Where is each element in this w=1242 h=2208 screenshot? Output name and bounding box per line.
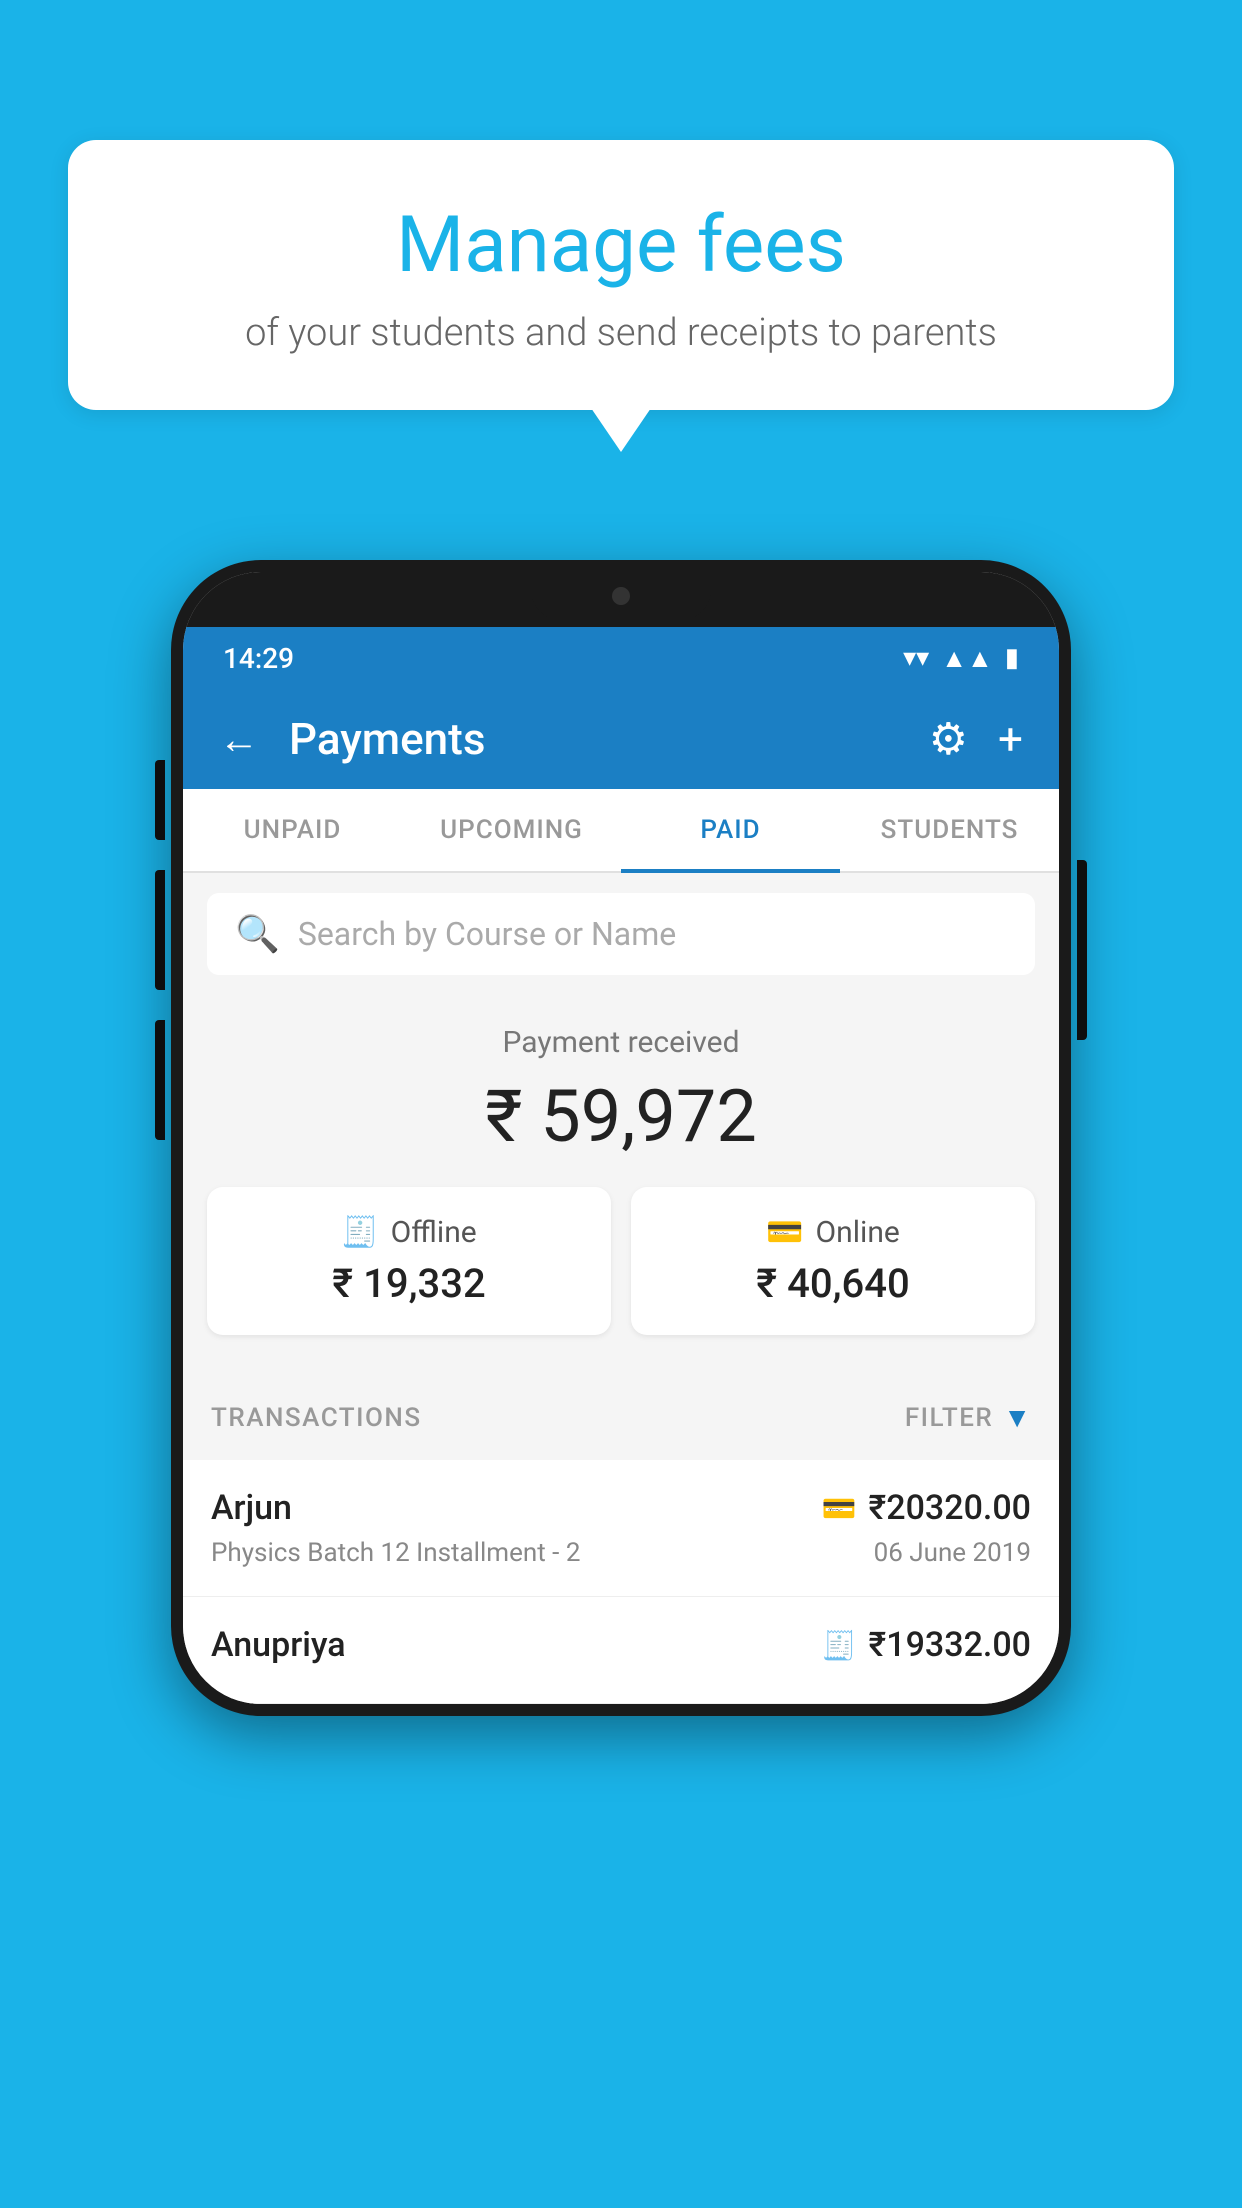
filter-container[interactable]: FILTER ▼ — [905, 1401, 1031, 1434]
online-icon: 💳 — [766, 1215, 803, 1250]
tab-unpaid[interactable]: UNPAID — [183, 789, 402, 871]
payment-cards: 🧾 Offline ₹ 19,332 💳 Online ₹ 40,640 — [207, 1187, 1035, 1335]
phone-screen: 14:29 ▾▾ ▲▲ ▮ ← Payments ⚙ + UNPAID — [183, 572, 1059, 1704]
transaction-detail: Physics Batch 12 Installment - 2 — [211, 1538, 580, 1568]
phone-container: 14:29 ▾▾ ▲▲ ▮ ← Payments ⚙ + UNPAID — [171, 560, 1071, 1716]
transaction-payment-icon: 💳 — [822, 1492, 857, 1525]
camera — [612, 587, 630, 605]
app-bar: ← Payments ⚙ + — [183, 689, 1059, 789]
payment-received-label: Payment received — [207, 1025, 1035, 1060]
speech-bubble-title: Manage fees — [118, 200, 1124, 291]
speech-bubble: Manage fees of your students and send re… — [68, 140, 1174, 410]
online-label: Online — [816, 1215, 900, 1250]
online-card: 💳 Online ₹ 40,640 — [631, 1187, 1035, 1335]
offline-card: 🧾 Offline ₹ 19,332 — [207, 1187, 611, 1335]
online-amount: ₹ 40,640 — [651, 1260, 1015, 1307]
filter-icon: ▼ — [1003, 1401, 1031, 1434]
transaction-bottom: Physics Batch 12 Installment - 2 06 June… — [211, 1538, 1031, 1568]
transaction-amount-container: 🧾 ₹19332.00 — [822, 1625, 1031, 1665]
transaction-row[interactable]: Arjun 💳 ₹20320.00 Physics Batch 12 Insta… — [183, 1460, 1059, 1597]
search-bar[interactable]: 🔍 Search by Course or Name — [207, 893, 1035, 975]
payment-summary: Payment received ₹ 59,972 🧾 Offline ₹ 19… — [183, 995, 1059, 1375]
app-bar-title: Payments — [289, 713, 929, 765]
phone-frame: 14:29 ▾▾ ▲▲ ▮ ← Payments ⚙ + UNPAID — [171, 560, 1071, 1716]
side-button-volume-down — [155, 870, 165, 990]
app-bar-actions: ⚙ + — [929, 713, 1023, 765]
offline-amount: ₹ 19,332 — [227, 1260, 591, 1307]
settings-icon[interactable]: ⚙ — [929, 713, 968, 765]
transaction-amount: ₹20320.00 — [869, 1488, 1031, 1528]
transaction-name: Arjun — [211, 1488, 292, 1528]
filter-label: FILTER — [905, 1403, 993, 1433]
back-button[interactable]: ← — [219, 716, 259, 763]
search-placeholder: Search by Course or Name — [298, 915, 676, 953]
search-icon: 🔍 — [235, 913, 280, 955]
transaction-amount: ₹19332.00 — [869, 1625, 1031, 1665]
side-button-power — [1077, 860, 1087, 1040]
tab-paid[interactable]: PAID — [621, 789, 840, 871]
transaction-payment-icon: 🧾 — [822, 1629, 857, 1662]
transaction-date: 06 June 2019 — [874, 1538, 1031, 1568]
payment-total-amount: ₹ 59,972 — [207, 1074, 1035, 1159]
status-icons: ▾▾ ▲▲ ▮ — [903, 643, 1019, 674]
status-time: 14:29 — [223, 642, 294, 675]
battery-icon: ▮ — [1005, 643, 1019, 673]
offline-card-header: 🧾 Offline — [227, 1215, 591, 1250]
status-bar: 14:29 ▾▾ ▲▲ ▮ — [183, 627, 1059, 689]
speech-bubble-container: Manage fees of your students and send re… — [68, 140, 1174, 410]
offline-icon: 🧾 — [341, 1215, 378, 1250]
notch-cutout — [531, 572, 711, 620]
wifi-icon: ▾▾ — [903, 643, 929, 673]
transactions-header: TRANSACTIONS FILTER ▼ — [183, 1375, 1059, 1460]
side-button-volume-up — [155, 760, 165, 840]
tabs-container: UNPAID UPCOMING PAID STUDENTS — [183, 789, 1059, 873]
side-button-volume-down2 — [155, 1020, 165, 1140]
speech-bubble-subtitle: of your students and send receipts to pa… — [118, 311, 1124, 355]
transaction-top: Anupriya 🧾 ₹19332.00 — [211, 1625, 1031, 1665]
transactions-label: TRANSACTIONS — [211, 1403, 422, 1433]
offline-label: Offline — [391, 1215, 477, 1250]
online-card-header: 💳 Online — [651, 1215, 1015, 1250]
tab-students[interactable]: STUDENTS — [840, 789, 1059, 871]
add-icon[interactable]: + — [998, 713, 1023, 765]
transaction-row[interactable]: Anupriya 🧾 ₹19332.00 — [183, 1597, 1059, 1704]
transaction-name: Anupriya — [211, 1625, 346, 1665]
tab-upcoming[interactable]: UPCOMING — [402, 789, 621, 871]
transaction-top: Arjun 💳 ₹20320.00 — [211, 1488, 1031, 1528]
phone-notch — [183, 572, 1059, 627]
transaction-amount-container: 💳 ₹20320.00 — [822, 1488, 1031, 1528]
signal-icon: ▲▲ — [941, 643, 992, 674]
search-container: 🔍 Search by Course or Name — [183, 873, 1059, 995]
